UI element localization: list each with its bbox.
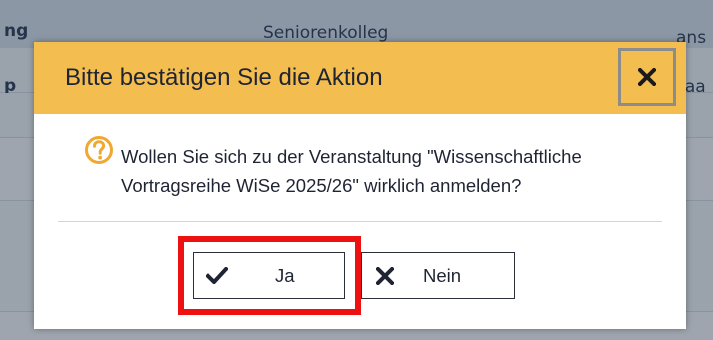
close-button[interactable]: [618, 48, 676, 106]
close-x-icon: [638, 68, 656, 86]
yes-button-label: Ja: [275, 265, 295, 286]
confirm-dialog: Bitte bestätigen Sie die Aktion Wollen S…: [34, 42, 686, 329]
question-circle-icon: [85, 136, 113, 164]
checkmark-icon: [206, 267, 228, 284]
dialog-title: Bitte bestätigen Sie die Aktion: [65, 64, 383, 91]
x-icon: [376, 267, 394, 285]
dialog-titlebar: Bitte bestätigen Sie die Aktion: [34, 42, 686, 114]
no-button-label: Nein: [423, 265, 462, 286]
confirm-message: Wollen Sie sich zu der Veranstaltung "Wi…: [121, 146, 582, 196]
yes-button[interactable]: Ja: [193, 252, 345, 299]
no-button[interactable]: Nein: [361, 252, 515, 299]
divider: [58, 221, 662, 222]
dialog-body: Wollen Sie sich zu der Veranstaltung "Wi…: [34, 114, 686, 329]
